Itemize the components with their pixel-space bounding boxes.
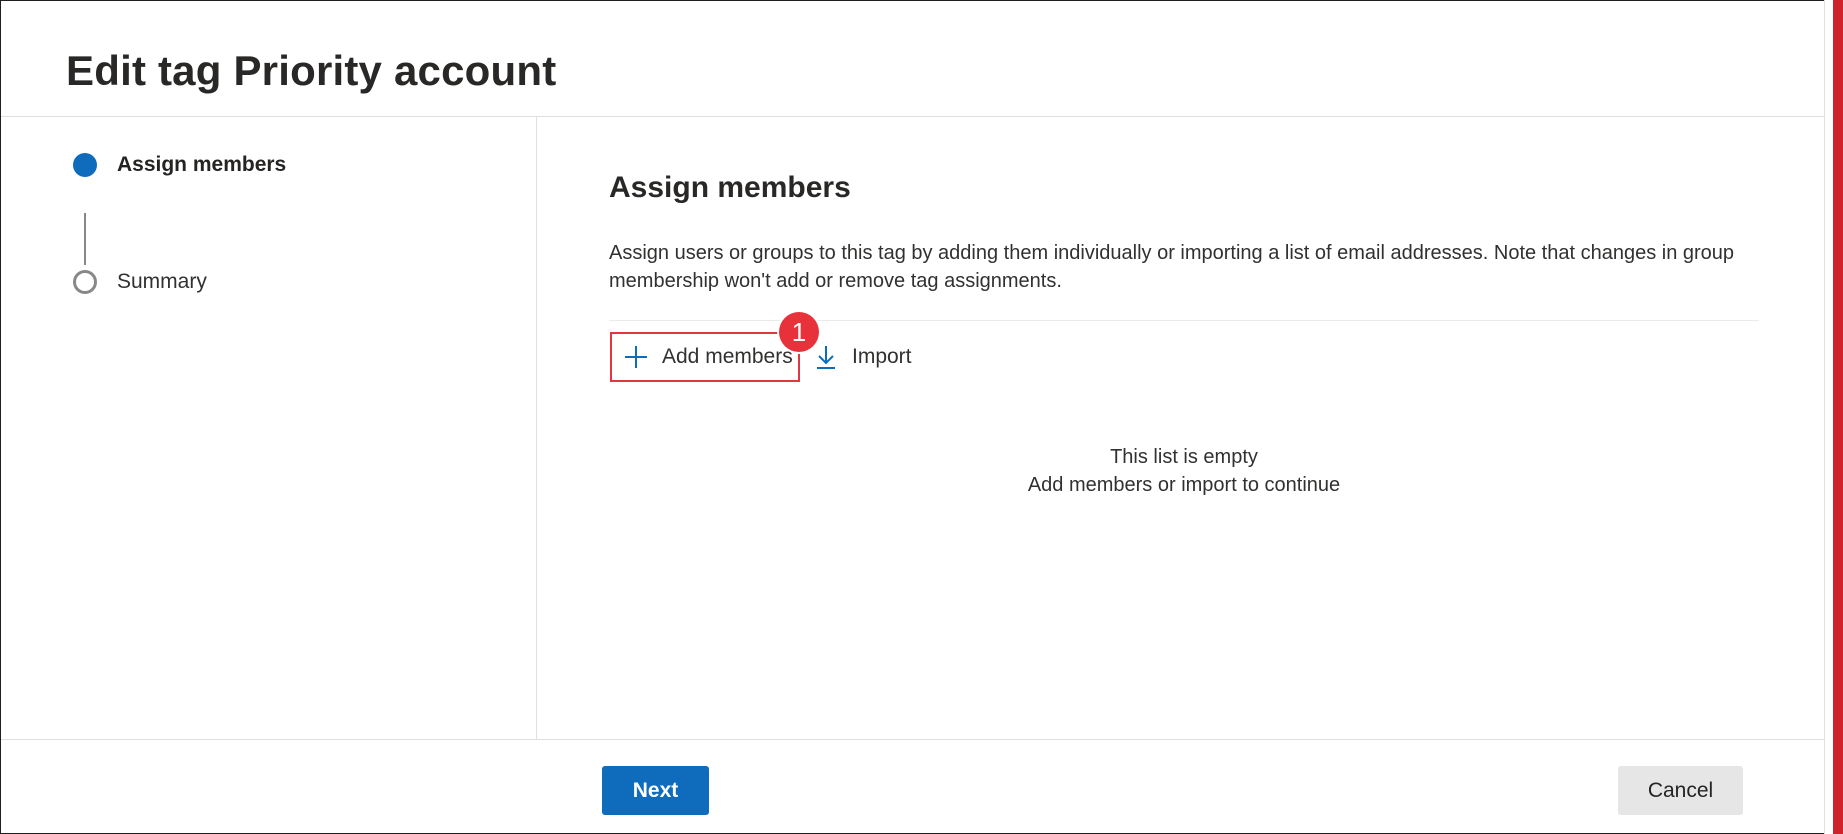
- section-title: Assign members: [609, 171, 851, 204]
- cancel-button[interactable]: Cancel: [1618, 766, 1743, 815]
- section-description: Assign users or groups to this tag by ad…: [609, 242, 1735, 292]
- member-toolbar: Add members 1 Import: [609, 312, 1009, 388]
- add-members-button[interactable]: Add members: [610, 332, 800, 382]
- import-label: Import: [852, 345, 912, 368]
- step-label: Assign members: [117, 153, 287, 176]
- panel-edge: [1824, 0, 1833, 834]
- edit-tag-panel: Edit tag Priority account Assign members…: [0, 0, 1843, 834]
- panel-footer: Next Cancel: [1, 739, 1824, 833]
- plus-icon: [622, 343, 650, 371]
- wizard-steps-sidebar: Assign members Summary: [1, 117, 537, 739]
- step-assign-members[interactable]: Assign members: [73, 153, 286, 177]
- step-connector: [84, 213, 86, 265]
- step-label: Summary: [117, 270, 207, 293]
- panel-header: Edit tag Priority account: [1, 1, 1824, 117]
- page-title: Edit tag Priority account: [66, 47, 557, 94]
- step-current-indicator-icon: [73, 153, 97, 177]
- step-pending-indicator-icon: [73, 270, 97, 294]
- import-button[interactable]: Import: [812, 332, 912, 382]
- empty-list-message: This list is empty Add members or import…: [609, 443, 1759, 499]
- step-summary[interactable]: Summary: [73, 270, 207, 294]
- empty-state-title: This list is empty: [1110, 446, 1258, 468]
- next-button[interactable]: Next: [602, 766, 709, 815]
- download-icon: [812, 343, 840, 371]
- empty-state-hint: Add members or import to continue: [1027, 474, 1341, 496]
- window-edge: [1833, 0, 1843, 834]
- add-members-label: Add members: [662, 345, 793, 368]
